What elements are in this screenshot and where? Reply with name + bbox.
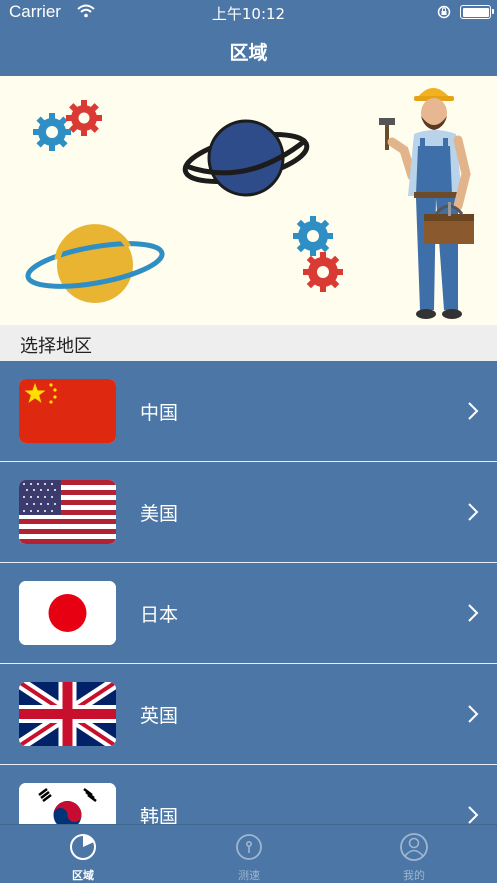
section-header: 选择地区 [0, 325, 497, 361]
region-label: 美国 [140, 503, 179, 525]
user-icon [400, 833, 428, 861]
gear-icon [33, 113, 71, 151]
region-list[interactable]: 中国 美国 日本 英国 韩国 [0, 361, 497, 824]
hero-illustration [25, 88, 474, 319]
page-title: 区域 [229, 42, 268, 64]
chevron-right-icon [468, 806, 479, 824]
tab-label: 测速 [238, 869, 260, 882]
tab-profile[interactable]: 我的 [331, 825, 497, 883]
gauge-icon [236, 834, 262, 860]
orientation-lock-icon [437, 5, 451, 19]
status-bar: Carrier 上午10:12 [0, 0, 497, 26]
region-label: 中国 [140, 402, 179, 424]
section-title: 选择地区 [20, 336, 92, 357]
region-label: 日本 [140, 604, 179, 626]
worker-illustration [379, 88, 474, 319]
chevron-right-icon [468, 604, 479, 622]
planet-icon [25, 224, 165, 303]
chevron-right-icon [468, 402, 479, 420]
region-row-uk[interactable]: 英国 [0, 664, 497, 765]
region-label: 韩国 [140, 806, 179, 824]
region-label: 英国 [140, 705, 179, 727]
tab-region[interactable]: 区域 [0, 825, 166, 883]
gear-icon [293, 216, 333, 256]
region-row-korea[interactable]: 韩国 [0, 765, 497, 824]
korea-flag-icon [19, 783, 116, 824]
hero-banner [0, 76, 497, 325]
chevron-right-icon [468, 503, 479, 521]
gear-icon [66, 100, 102, 136]
status-time: 上午10:12 [211, 5, 286, 23]
japan-flag-icon [19, 581, 116, 645]
tab-label: 我的 [403, 869, 425, 882]
tab-speedtest[interactable]: 测速 [166, 825, 332, 883]
region-row-usa[interactable]: 美国 [0, 462, 497, 563]
pie-chart-icon [70, 834, 96, 860]
tab-bar: 区域 测速 我的 [0, 824, 497, 883]
navigation-bar: 区域 [0, 26, 497, 76]
battery-icon [460, 5, 494, 19]
china-flag-icon [19, 379, 116, 443]
tab-label: 区域 [72, 869, 94, 882]
chevron-right-icon [468, 705, 479, 723]
uk-flag-icon [19, 682, 116, 746]
region-row-japan[interactable]: 日本 [0, 563, 497, 664]
planet-icon [182, 119, 310, 197]
region-row-china[interactable]: 中国 [0, 361, 497, 462]
gear-icon [303, 252, 343, 292]
usa-flag-icon [19, 480, 116, 544]
